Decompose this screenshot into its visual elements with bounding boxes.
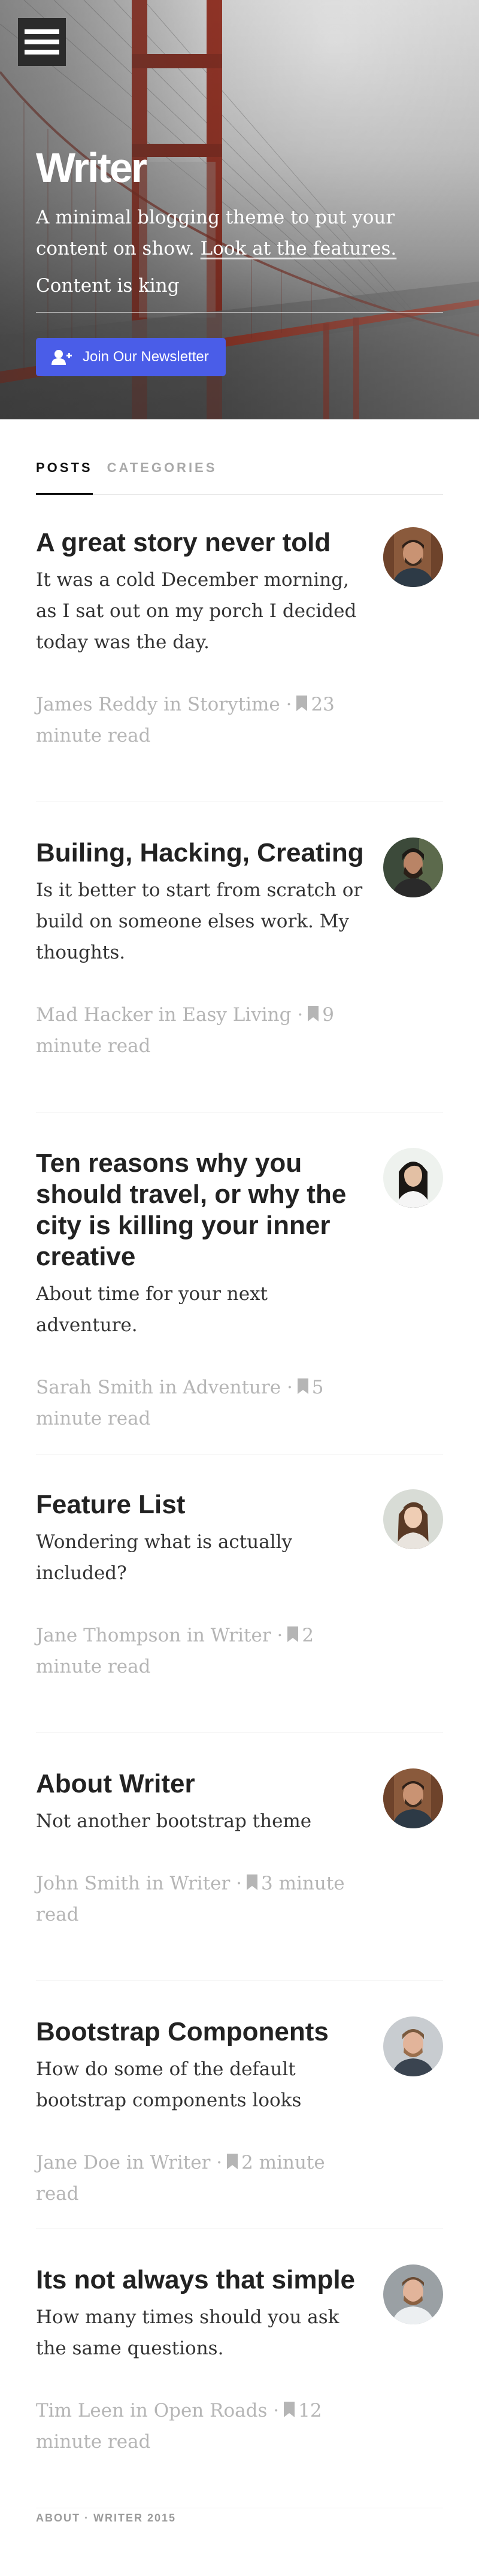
tagline: A minimal blogging theme to put your con… <box>36 202 419 264</box>
hero-banner: Writer A minimal blogging theme to put y… <box>0 0 479 419</box>
post-item: Bootstrap Components How do some of the … <box>36 2016 443 2229</box>
post-category[interactable]: Adventure <box>183 1377 281 1398</box>
post-title[interactable]: Feature List <box>36 1489 371 1520</box>
post-author[interactable]: Sarah Smith <box>36 1377 153 1398</box>
bookmark-icon <box>284 2402 295 2417</box>
site-footer: ABOUT · WRITER 2015 <box>36 2512 443 2524</box>
post-in-label: in <box>163 694 182 715</box>
post-category[interactable]: Writer <box>211 1625 271 1646</box>
post-meta: Jane Thompson in Writer · 2 minute read <box>36 1620 371 1682</box>
meta-separator: · <box>277 1625 283 1646</box>
post-excerpt: Is it better to start from scratch or bu… <box>36 879 363 963</box>
author-avatar[interactable] <box>383 2264 443 2324</box>
post-author[interactable]: Tim Leen <box>36 2400 124 2421</box>
menu-bar-icon <box>25 50 59 55</box>
post-meta: John Smith in Writer · 3 minute read <box>36 1868 371 1930</box>
post-excerpt: Not another bootstrap theme <box>36 1810 312 1832</box>
footer-separator: · <box>84 2512 90 2524</box>
tab-posts[interactable]: POSTS <box>36 461 93 495</box>
post-meta: Jane Doe in Writer · 2 minute read <box>36 2147 371 2209</box>
post-item: A great story never told It was a cold D… <box>36 527 443 802</box>
footer-about-link[interactable]: ABOUT <box>36 2512 80 2524</box>
post-author[interactable]: Jane Thompson <box>36 1625 181 1646</box>
post-category[interactable]: Writer <box>169 1873 230 1894</box>
footer-credit: WRITER 2015 <box>93 2512 177 2524</box>
post-in-label: in <box>129 2400 148 2421</box>
hamburger-menu-button[interactable] <box>18 18 66 66</box>
post-title[interactable]: A great story never told <box>36 527 371 558</box>
post-meta: James Reddy in Storytime · 23 minute read <box>36 689 371 751</box>
subline: Content is king <box>36 275 180 297</box>
bookmark-icon <box>297 1378 308 1394</box>
menu-bar-icon <box>25 29 59 34</box>
post-item: Feature List Wondering what is actually … <box>36 1489 443 1733</box>
meta-separator: · <box>286 1377 293 1398</box>
add-user-icon <box>51 350 72 365</box>
meta-separator: · <box>216 2152 223 2173</box>
content-tabs: POSTS CATEGORIES <box>36 461 443 495</box>
post-excerpt: Wondering what is actually included? <box>36 1531 293 1584</box>
meta-separator: · <box>273 2400 280 2421</box>
post-title[interactable]: Ten reasons why you should travel, or wh… <box>36 1148 371 1272</box>
meta-separator: · <box>286 694 292 715</box>
bookmark-icon <box>296 696 308 711</box>
join-newsletter-button[interactable]: Join Our Newsletter <box>36 338 226 376</box>
meta-separator: · <box>297 1004 304 1026</box>
post-in-label: in <box>187 1625 205 1646</box>
tab-categories[interactable]: CATEGORIES <box>107 461 217 495</box>
post-meta: Sarah Smith in Adventure · 5 minute read <box>36 1372 371 1434</box>
post-item: Ten reasons why you should travel, or wh… <box>36 1148 443 1455</box>
post-in-label: in <box>126 2152 144 2173</box>
bookmark-icon <box>227 2154 238 2169</box>
post-author[interactable]: James Reddy <box>36 694 157 715</box>
post-title[interactable]: Builing, Hacking, Creating <box>36 837 371 869</box>
post-meta: Mad Hacker in Easy Living · 9 minute read <box>36 999 371 1062</box>
post-excerpt: How many times should you ask the same q… <box>36 2306 339 2359</box>
post-excerpt: It was a cold December morning, as I sat… <box>36 569 357 653</box>
hero-divider <box>36 312 443 313</box>
bookmark-icon <box>308 1006 319 1021</box>
post-category[interactable]: Storytime <box>187 694 280 715</box>
post-item: About Writer Not another bootstrap theme… <box>36 1768 443 1981</box>
site-title: Writer <box>36 144 147 191</box>
author-avatar[interactable] <box>383 2016 443 2076</box>
author-avatar[interactable] <box>383 1768 443 1828</box>
post-in-label: in <box>158 1004 177 1026</box>
post-excerpt: How do some of the default bootstrap com… <box>36 2058 302 2111</box>
author-avatar[interactable] <box>383 527 443 587</box>
newsletter-label: Join Our Newsletter <box>83 349 209 365</box>
post-author[interactable]: Mad Hacker <box>36 1004 153 1026</box>
features-link[interactable]: Look at the features. <box>201 238 397 259</box>
post-in-label: in <box>145 1873 164 1894</box>
bookmark-icon <box>287 1626 299 1642</box>
post-title[interactable]: Its not always that simple <box>36 2264 371 2296</box>
post-category[interactable]: Open Roads <box>154 2400 268 2421</box>
post-meta: Tim Leen in Open Roads · 12 minute read <box>36 2395 371 2457</box>
post-author[interactable]: John Smith <box>36 1873 140 1894</box>
hero-content: Writer A minimal blogging theme to put y… <box>36 147 443 376</box>
meta-separator: · <box>236 1873 242 1894</box>
post-item: Builing, Hacking, Creating Is it better … <box>36 837 443 1112</box>
menu-bar-icon <box>25 40 59 44</box>
post-category[interactable]: Writer <box>150 2152 211 2173</box>
post-category[interactable]: Easy Living <box>182 1004 291 1026</box>
post-in-label: in <box>159 1377 177 1398</box>
author-avatar[interactable] <box>383 1489 443 1549</box>
bookmark-icon <box>247 1874 258 1890</box>
author-avatar[interactable] <box>383 837 443 897</box>
post-title[interactable]: Bootstrap Components <box>36 2016 371 2048</box>
post-item: Its not always that simple How many time… <box>36 2264 443 2508</box>
author-avatar[interactable] <box>383 1148 443 1208</box>
post-author[interactable]: Jane Doe <box>36 2152 120 2173</box>
post-title[interactable]: About Writer <box>36 1768 371 1800</box>
post-excerpt: About time for your next adventure. <box>36 1283 268 1336</box>
